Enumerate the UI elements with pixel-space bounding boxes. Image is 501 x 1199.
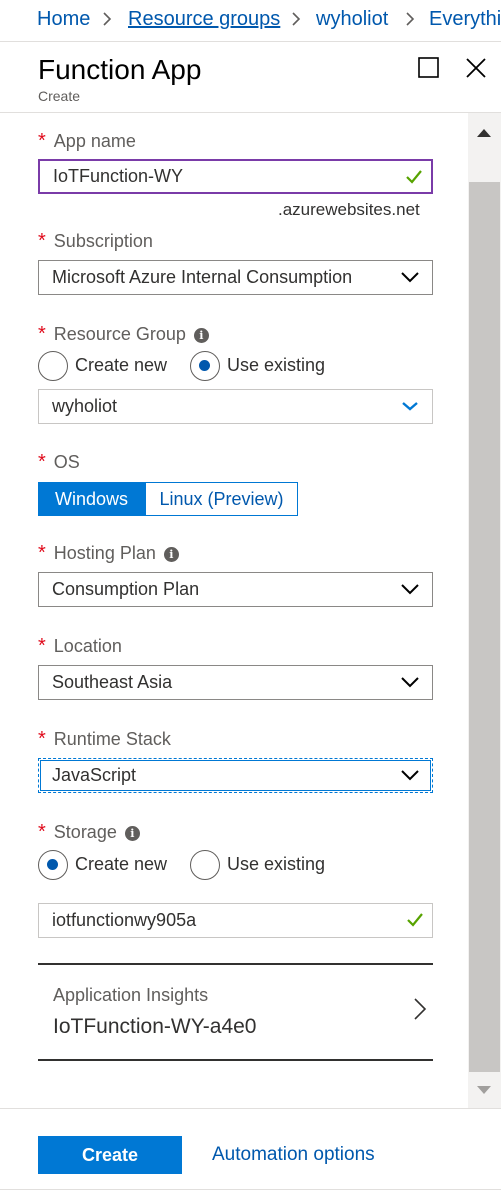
breadcrumb-wyholiot[interactable]: wyholiot	[316, 8, 388, 31]
hosting-plan-dropdown[interactable]: Consumption Plan	[38, 572, 433, 607]
app-name-label: * App name	[38, 130, 136, 152]
chevron-right-icon	[289, 10, 303, 28]
chevron-down-icon	[400, 582, 420, 596]
app-name-input[interactable]: IoTFunction-WY	[38, 159, 433, 194]
storage-use-existing-label: Use existing	[227, 854, 326, 874]
hosting-plan-label: * Hosting Plan i	[38, 542, 179, 565]
resource-group-dropdown[interactable]: wyholiot	[38, 389, 433, 424]
automation-options-link[interactable]: Automation options	[212, 1144, 375, 1166]
footer-divider	[0, 1108, 501, 1109]
scroll-up-icon[interactable]	[474, 126, 494, 140]
storage-create-new-label: Create new	[75, 854, 168, 874]
application-insights-value: IoTFunction-WY-a4e0	[53, 1015, 257, 1038]
chevron-right-icon	[100, 10, 114, 28]
resource-group-create-new-radio[interactable]	[38, 351, 68, 381]
storage-label: * Storage i	[38, 821, 140, 844]
breadcrumb-everything[interactable]: Everythi	[429, 8, 501, 31]
close-icon[interactable]	[464, 56, 488, 80]
os-windows-option[interactable]: Windows	[38, 482, 145, 516]
resource-group-use-existing-radio[interactable]	[190, 351, 220, 381]
storage-use-existing-radio[interactable]	[190, 850, 220, 880]
info-icon[interactable]: i	[124, 826, 140, 841]
os-linux-option[interactable]: Linux (Preview)	[145, 482, 298, 516]
chevron-down-icon	[400, 768, 420, 782]
resource-group-create-new-label: Create new	[75, 355, 168, 375]
header-divider	[0, 112, 501, 113]
resource-group-use-existing-label: Use existing	[227, 355, 326, 375]
location-dropdown[interactable]: Southeast Asia	[38, 665, 433, 700]
chevron-right-icon	[403, 10, 417, 28]
storage-create-new-radio[interactable]	[38, 850, 68, 880]
chevron-right-icon	[413, 997, 427, 1021]
application-insights-selector[interactable]: Application Insights IoTFunction-WY-a4e0	[38, 963, 433, 1061]
bottom-divider	[0, 1189, 501, 1199]
blade-title: Function App	[38, 54, 202, 85]
location-label: * Location	[38, 635, 122, 657]
resource-group-label: * Resource Group i	[38, 323, 209, 346]
breadcrumb: Home Resource groups wyholiot Everythi	[0, 0, 501, 42]
breadcrumb-resource-groups[interactable]: Resource groups	[128, 8, 280, 31]
storage-name-input[interactable]: iotfunctionwy905a	[38, 903, 433, 938]
scrollbar-thumb[interactable]	[469, 182, 500, 1072]
maximize-icon[interactable]	[417, 56, 441, 80]
info-icon[interactable]: i	[163, 547, 179, 562]
blade-subtitle: Create	[38, 88, 81, 104]
chevron-down-icon	[400, 270, 420, 284]
subscription-dropdown[interactable]: Microsoft Azure Internal Consumption	[38, 260, 433, 295]
application-insights-label: Application Insights	[53, 985, 209, 1005]
chevron-down-icon	[400, 675, 420, 689]
checkmark-icon	[406, 912, 424, 928]
os-label: * OS	[38, 451, 80, 473]
runtime-stack-dropdown[interactable]: JavaScript	[38, 758, 433, 793]
create-button[interactable]: Create	[38, 1136, 182, 1174]
app-name-suffix: .azurewebsites.net	[278, 200, 420, 219]
runtime-stack-label: * Runtime Stack	[38, 728, 171, 750]
chevron-down-icon	[400, 399, 420, 413]
scroll-down-icon[interactable]	[474, 1083, 494, 1097]
checkmark-icon	[405, 169, 423, 185]
breadcrumb-home[interactable]: Home	[37, 8, 90, 31]
subscription-label: * Subscription	[38, 230, 153, 252]
info-icon[interactable]: i	[193, 328, 209, 343]
